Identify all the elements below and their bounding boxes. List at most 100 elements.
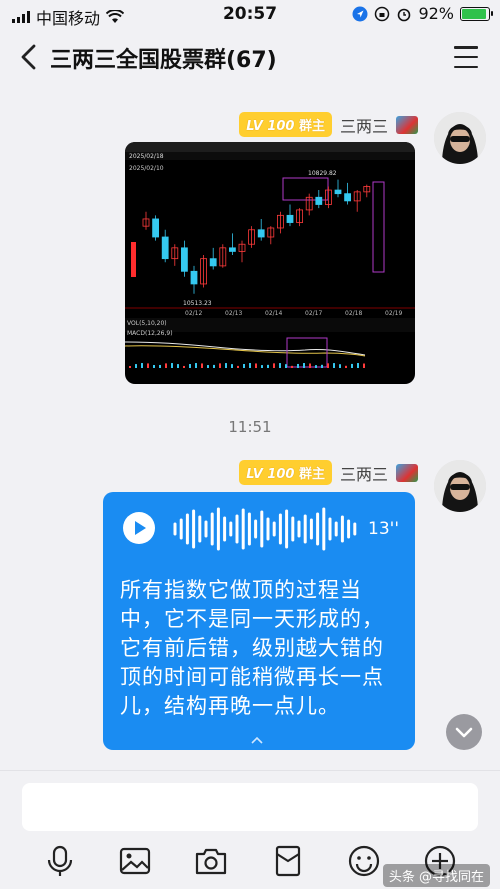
camera-icon[interactable] [193,843,229,879]
macd-bar [171,363,173,368]
macd-bar [129,366,131,368]
chevron-down-icon [455,727,473,738]
chart-low-label: 10513.23 [183,300,212,307]
voice-message-bubble[interactable]: 13'' 所有指数它做顶的过程当中，它不是同一天形成的，它有前后错，级别越大错的… [103,492,415,750]
macd-bar [219,363,221,368]
macd-bar [345,365,347,368]
message-timestamp: 11:51 [228,418,272,436]
chart-high-label: 10829.82 [308,170,337,177]
level-badge: LV 100 群主 [239,460,332,485]
chart-vol-label: VOL(5,10,20) [127,320,167,327]
chat-header: 三两三全国股票群(67) [0,30,500,84]
chart-image-attachment[interactable]: 2025/02/18 2025/02/10 10829.82 10513.23 … [125,142,415,384]
candle [315,196,323,205]
macd-bar [141,363,143,368]
macd-bar [207,365,209,368]
candle [334,189,342,195]
x-tick-label: 02/13 [225,310,242,317]
play-icon[interactable] [123,512,155,544]
candle [344,193,352,202]
image-icon[interactable] [117,843,153,879]
macd-bar [249,363,251,368]
macd-bar [231,364,233,368]
macd-bar [243,363,245,368]
macd-bar [159,364,161,368]
macd-bar [183,365,185,368]
macd-bar [165,363,167,368]
x-tick-label: 02/14 [265,310,282,317]
macd-bar [135,364,137,368]
chart-start-date: 2025/02/10 [129,165,164,172]
chart-macd-label: MACD(12,26,9) [127,330,173,337]
macd-bar [285,364,287,368]
location-icon [352,6,368,21]
macd-bar [315,365,317,368]
macd-bar [153,364,155,368]
macd-bar [297,363,299,368]
candle [229,247,236,252]
macd-bar [201,363,203,368]
message-input[interactable] [22,783,478,831]
x-tick-label: 02/19 [385,310,402,317]
macd-bar [261,365,263,368]
back-arrow-icon[interactable] [14,42,44,72]
macd-bar [303,363,305,368]
macd-bar [357,363,359,368]
level-badge: LV 100 群主 [239,112,332,137]
macd-bar [333,363,335,368]
menu-icon[interactable] [454,46,478,68]
macd-bar [279,363,281,368]
avatar[interactable] [434,460,486,512]
red-packet-icon[interactable] [270,843,306,879]
candle [152,218,160,238]
message-sender-meta: LV 100 群主 三两三 [239,460,418,485]
macd-bar [291,365,293,368]
macd-bar [309,363,311,368]
emoji-icon[interactable] [346,843,382,879]
macd-bar [177,364,179,368]
sender-title-icon [396,115,418,134]
battery-icon [460,6,493,21]
chart-date-label: 2025/02/18 [129,153,164,160]
alarm-icon [398,8,411,21]
x-tick-label: 02/12 [185,310,202,317]
macd-bar [339,364,341,368]
macd-bar [363,363,365,368]
macd-bar [225,363,227,368]
sender-name: 三两三 [339,116,388,136]
macd-bar [351,363,353,368]
macd-bar [267,364,269,368]
chat-title: 三两三全国股票群(67) [50,48,277,73]
candle [209,258,217,267]
waveform-icon [173,507,357,551]
voice-transcript: 所有指数它做顶的过程当中，它不是同一天形成的，它有前后错，级别越大错的顶的时间可… [120,578,384,718]
sender-name: 三两三 [339,464,388,484]
status-bar: 中国移动 20:57 92% [0,0,500,30]
chevron-up-icon[interactable] [251,736,263,744]
microphone-icon[interactable] [42,843,78,879]
status-right: 92% [352,4,493,23]
candle [181,247,188,272]
macd-bar [237,365,239,368]
macd-bar [189,364,191,368]
macd-bar [213,364,215,368]
macd-bar [255,363,257,368]
x-tick-label: 02/18 [345,310,362,317]
voice-duration: 13'' [368,519,399,539]
macd-bar [327,363,329,368]
x-tick-label: 02/17 [305,310,322,317]
candle [190,270,198,285]
lock-rotation-icon [375,6,390,21]
message-sender-meta: LV 100 群主 三两三 [239,112,418,137]
battery-percent: 92% [418,4,454,23]
scroll-to-bottom-button[interactable] [446,714,482,750]
macd-bar [321,364,323,368]
macd-bar [147,363,149,368]
stock-chart: 2025/02/18 2025/02/10 10829.82 10513.23 … [125,142,415,368]
candle [286,214,294,223]
candle [257,229,265,238]
macd-bar [195,363,197,368]
avatar[interactable] [434,112,486,164]
candle [161,236,169,260]
macd-bar [273,363,275,368]
